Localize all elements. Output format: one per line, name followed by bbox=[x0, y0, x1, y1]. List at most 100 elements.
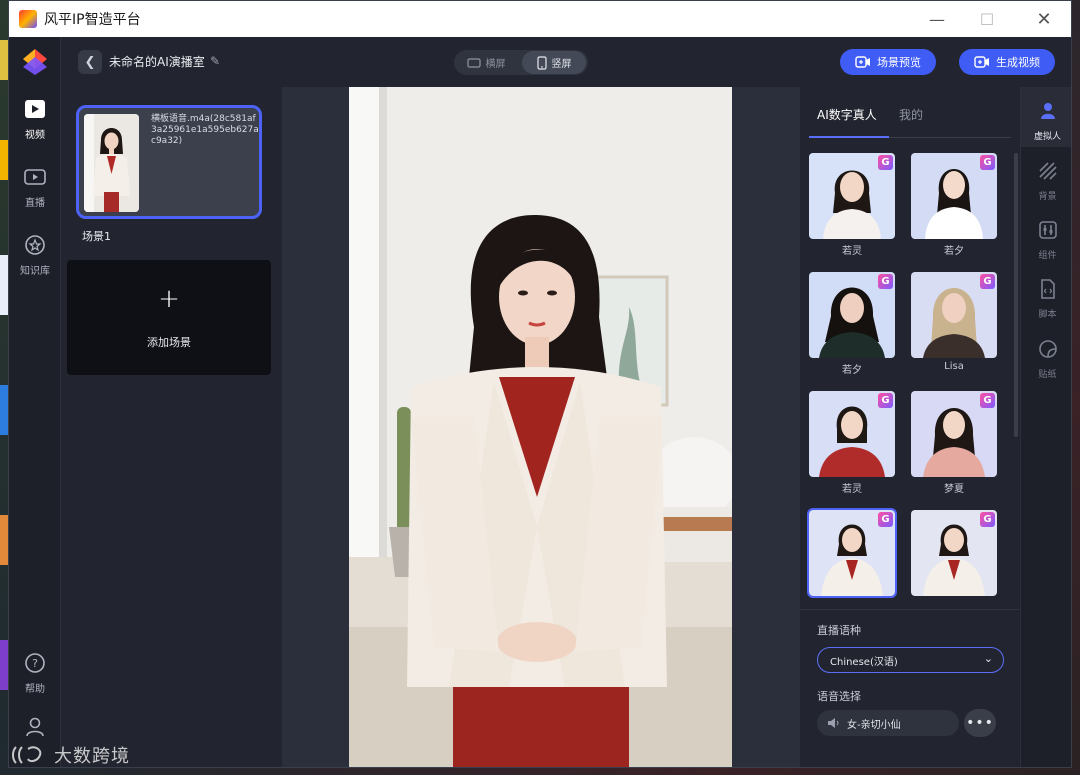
landscape-label: 横屏 bbox=[485, 59, 506, 70]
app-window: 风平IP智造平台 — ☐ ✕ 视频 直播 知识库 ? 帮助 ❮ 未命名的AI演播… bbox=[8, 0, 1072, 768]
voice-value: 女-亲切小仙 bbox=[847, 719, 901, 731]
language-value: Chinese(汉语) bbox=[830, 656, 898, 668]
avatar-card[interactable]: G 若灵 bbox=[809, 153, 895, 257]
premium-badge: G bbox=[878, 155, 893, 170]
scene-audio-file: 横板语音.m4a(28c581af3a25961e1a595eb627ac9a3… bbox=[151, 114, 259, 146]
speaker-icon bbox=[828, 718, 839, 728]
avatar-thumbnail: G bbox=[911, 510, 997, 596]
avatar-thumbnail: G bbox=[911, 391, 997, 477]
app-logo-icon bbox=[19, 10, 37, 28]
stage-area bbox=[282, 87, 800, 767]
avatar-thumbnail: G bbox=[911, 272, 997, 358]
nav-item-video[interactable]: 视频 bbox=[9, 99, 61, 142]
tool-avatar[interactable]: 虚拟人 bbox=[1021, 87, 1071, 147]
tool-components[interactable]: 组件 bbox=[1021, 220, 1071, 262]
nav-item-help[interactable]: ? 帮助 bbox=[9, 653, 61, 696]
star-icon bbox=[25, 235, 45, 255]
premium-badge: G bbox=[980, 393, 995, 408]
avatar-card[interactable]: G 若夕 bbox=[809, 272, 895, 376]
tool-label: 组件 bbox=[1038, 251, 1057, 261]
avatar-card-selected[interactable]: G bbox=[807, 508, 897, 599]
avatar-card[interactable]: G 梦夏 bbox=[911, 391, 997, 495]
tab-ai-avatar[interactable]: AI数字真人 bbox=[817, 106, 877, 123]
avatar-thumbnail: G bbox=[809, 391, 895, 477]
generate-video-label: 生成视频 bbox=[996, 56, 1040, 69]
background-icon bbox=[1038, 162, 1057, 180]
tool-label: 虚拟人 bbox=[1033, 132, 1061, 142]
premium-badge: G bbox=[980, 155, 995, 170]
generate-video-button[interactable]: 生成视频 bbox=[959, 49, 1055, 75]
user-icon bbox=[26, 717, 44, 737]
add-scene-label: 添加场景 bbox=[147, 336, 191, 349]
preview-icon bbox=[855, 56, 870, 68]
language-select[interactable]: Chinese(汉语) ⌄ bbox=[817, 647, 1004, 673]
components-icon bbox=[1038, 221, 1057, 239]
voice-label: 语音选择 bbox=[817, 690, 861, 703]
portrait-label: 竖屏 bbox=[551, 59, 572, 70]
premium-badge: G bbox=[980, 512, 995, 527]
premium-badge: G bbox=[878, 393, 893, 408]
landscape-option[interactable]: 横屏 bbox=[456, 51, 516, 74]
section-divider bbox=[800, 609, 1020, 610]
record-icon bbox=[974, 56, 989, 68]
tab-mine[interactable]: 我的 bbox=[899, 106, 923, 123]
avatar-thumbnail: G bbox=[809, 272, 895, 358]
avatar-card[interactable]: G 若灵 bbox=[809, 391, 895, 495]
scene-preview-label: 场景预览 bbox=[877, 56, 921, 69]
edit-icon[interactable]: ✎ bbox=[210, 54, 220, 68]
svg-text:?: ? bbox=[32, 657, 38, 670]
minimize-button[interactable]: — bbox=[912, 1, 962, 37]
scene-card[interactable]: 横板语音.m4a(28c581af3a25961e1a595eb627ac9a3… bbox=[76, 105, 262, 219]
tool-label: 背景 bbox=[1038, 192, 1057, 202]
avatar-preview-image bbox=[349, 87, 732, 767]
orientation-toggle: 横屏 竖屏 bbox=[454, 50, 588, 75]
scene-thumbnail bbox=[84, 114, 139, 212]
close-button[interactable]: ✕ bbox=[1019, 1, 1069, 37]
avatar-card[interactable]: G Lisa bbox=[911, 272, 997, 372]
tool-background[interactable]: 背景 bbox=[1021, 161, 1071, 203]
nav-item-live[interactable]: 直播 bbox=[9, 167, 61, 210]
desktop-icon bbox=[0, 640, 8, 690]
portrait-icon bbox=[536, 55, 547, 70]
scene-preview-button[interactable]: 场景预览 bbox=[840, 49, 936, 75]
avatar-name: 若灵 bbox=[842, 246, 862, 257]
avatar-name: 若夕 bbox=[944, 246, 964, 257]
more-options-button[interactable]: ••• bbox=[964, 709, 996, 737]
tool-stickers[interactable]: 贴纸 bbox=[1021, 339, 1071, 381]
plus-icon: + bbox=[158, 284, 180, 314]
virtual-human-icon bbox=[1040, 103, 1055, 119]
avatar-card[interactable]: G 若夕 bbox=[911, 153, 997, 257]
watermark-text: 大数跨境 bbox=[54, 746, 130, 767]
help-icon: ? bbox=[25, 653, 45, 673]
back-button[interactable]: ❮ bbox=[78, 50, 102, 74]
user-avatar[interactable] bbox=[9, 717, 61, 741]
preview-canvas[interactable] bbox=[349, 87, 732, 767]
tab-active-indicator bbox=[809, 136, 889, 138]
left-nav: 视频 直播 知识库 ? 帮助 bbox=[9, 37, 61, 767]
nav-item-knowledge[interactable]: 知识库 bbox=[9, 235, 61, 278]
app-logo-icon bbox=[23, 49, 47, 75]
avatar-card[interactable]: G bbox=[911, 510, 997, 599]
tool-label: 脚本 bbox=[1038, 310, 1057, 320]
sticker-icon bbox=[1038, 340, 1057, 358]
tool-script[interactable]: 脚本 bbox=[1021, 279, 1071, 321]
voice-select[interactable]: 女-亲切小仙 bbox=[817, 710, 959, 736]
live-icon bbox=[24, 169, 46, 185]
tool-sidebar: 虚拟人 背景 组件 脚本 贴纸 bbox=[1020, 87, 1071, 767]
window-title: 风平IP智造平台 bbox=[44, 12, 141, 28]
desktop-icon bbox=[0, 40, 8, 80]
maximize-button[interactable]: ☐ bbox=[962, 1, 1012, 37]
avatar-name: 若灵 bbox=[842, 484, 862, 495]
avatar-panel: AI数字真人 我的 G 若灵 G 若夕 G 若夕 G Lisa G 若灵 G 梦… bbox=[800, 87, 1020, 767]
avatar-list-scrollbar[interactable] bbox=[1014, 153, 1018, 437]
premium-badge: G bbox=[980, 274, 995, 289]
premium-badge: G bbox=[878, 274, 893, 289]
nav-label: 知识库 bbox=[20, 266, 50, 277]
portrait-option[interactable]: 竖屏 bbox=[522, 51, 586, 74]
video-icon bbox=[25, 100, 45, 118]
add-scene-button[interactable]: + 添加场景 bbox=[67, 260, 271, 375]
avatar-name: Lisa bbox=[944, 361, 964, 372]
avatar-name: 若夕 bbox=[842, 365, 862, 376]
project-title: 未命名的AI演播室 bbox=[109, 55, 205, 69]
nav-label: 帮助 bbox=[25, 684, 45, 695]
